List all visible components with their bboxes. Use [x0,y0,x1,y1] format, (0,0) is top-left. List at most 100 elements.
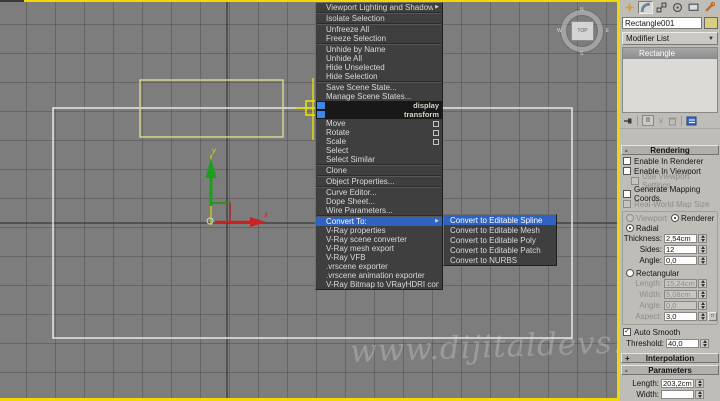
param-length-spinner[interactable] [695,379,704,388]
motion-tab-icon[interactable] [670,1,685,14]
settings-box-icon[interactable] [433,121,439,127]
menu-item-freeze-selection[interactable]: Freeze Selection [316,34,442,43]
angle-field[interactable]: 0,0 [664,256,697,265]
display-tab-icon[interactable] [686,1,701,14]
aspect-field[interactable]: 3,0 [664,312,697,321]
object-name-field[interactable]: Rectangle001 [622,17,702,29]
stack-item-rectangle[interactable]: Rectangle [623,48,717,59]
menu-item-select-similar[interactable]: Select Similar [316,155,442,164]
modifier-stack[interactable]: Rectangle [622,47,718,113]
radial-radio[interactable] [626,224,634,232]
rectangular-radio[interactable] [626,269,634,277]
gizmo-xy-plane[interactable] [211,203,230,222]
viewcube-top-face[interactable]: TOP [571,21,594,41]
make-unique-icon[interactable]: ∨ [658,116,664,125]
aspect-lock-icon[interactable]: □ [708,312,717,321]
rect-width-spinner[interactable] [698,290,707,299]
menu-item-unhide-by-name[interactable]: Unhide by Name [316,45,442,54]
object-color-swatch[interactable] [704,17,718,29]
enable-in-renderer-checkbox[interactable]: Enable In Renderer [620,156,720,166]
modifier-list-dropdown[interactable]: Modifier List ▼ [622,32,718,45]
viewport-radio[interactable] [626,214,634,222]
viewcube-west[interactable]: W [557,28,562,34]
threshold-field[interactable]: 40,0 [666,339,699,348]
settings-box-icon[interactable] [433,130,439,136]
utilities-tab-icon[interactable] [702,1,717,14]
quad-header-display[interactable]: display [316,101,442,110]
real-world-map-size-checkbox[interactable]: Real-World Map Size [620,199,720,209]
menu-item-vrscene-exporter[interactable]: .vrscene exporter [316,262,442,271]
viewport-top[interactable]: y x N E S W TOP www.dijitaldevs.com [0,0,620,401]
gizmo-y-arrowhead[interactable] [206,158,217,178]
quad-header-transform[interactable]: transform [316,110,442,119]
menu-item-unfreeze-all[interactable]: Unfreeze All [316,25,442,34]
menu-item-viewport-lighting[interactable]: Viewport Lighting and Shadows▶ [316,3,442,12]
menu-item-hide-selection[interactable]: Hide Selection [316,72,442,81]
rectangular-radio-row: Rectangular [623,268,717,278]
aspect-spinner[interactable] [698,312,707,321]
menu-item-vray-scene-converter[interactable]: V-Ray scene converter [316,235,442,244]
menu-item-hide-unselected[interactable]: Hide Unselected [316,63,442,72]
rendering-rollout-header[interactable]: - Rendering [621,145,719,155]
rect-angle-spinner[interactable] [698,301,707,310]
menu-item-isolate-selection[interactable]: Isolate Selection [316,14,442,23]
sides-field[interactable]: 12 [664,245,697,254]
settings-box-icon[interactable] [433,139,439,145]
configure-modifier-sets-icon[interactable] [686,116,697,126]
menu-item-vray-mesh-export[interactable]: V-Ray mesh export [316,244,442,253]
object-name-row: Rectangle001 [620,15,720,31]
pin-stack-icon[interactable] [623,116,633,126]
angle-spinner[interactable] [698,256,707,265]
interpolation-rollout-header[interactable]: + Interpolation [621,353,719,363]
rect-angle-field[interactable]: 0,0 [664,301,697,310]
submenu-item-editable-poly[interactable]: Convert to Editable Poly [444,235,556,245]
submenu-item-editable-patch[interactable]: Convert to Editable Patch [444,245,556,255]
menu-item-scale[interactable]: Scale [316,137,442,146]
angle-row: Angle: 0,0 [623,255,717,266]
menu-item-vray-properties[interactable]: V-Ray properties [316,226,442,235]
menu-item-move[interactable]: Move [316,119,442,128]
threshold-spinner[interactable] [700,339,709,348]
rect-length-spinner[interactable] [698,279,707,288]
menu-item-save-scene-state[interactable]: Save Scene State... [316,83,442,92]
submenu-item-editable-spline[interactable]: Convert to Editable Spline [444,215,556,225]
param-length-field[interactable]: 203,2cm [661,379,694,388]
menu-item-manage-scene-states[interactable]: Manage Scene States... [316,92,442,101]
submenu-item-nurbs[interactable]: Convert to NURBS [444,255,556,265]
generate-mapping-coords-checkbox[interactable]: Generate Mapping Coords. [620,189,720,199]
thickness-spinner[interactable] [698,234,707,243]
auto-smooth-checkbox[interactable]: ✓Auto Smooth [620,327,720,337]
rect-width-field[interactable]: 5,08cm [664,290,697,299]
parameters-rollout-header[interactable]: - Parameters [621,365,719,375]
remove-modifier-icon[interactable] [668,116,677,126]
menu-item-vray-vfb[interactable]: V-Ray VFB [316,253,442,262]
renderer-radio[interactable] [671,214,679,222]
viewcube[interactable]: N E S W TOP [559,8,607,56]
menu-item-dope-sheet[interactable]: Dope Sheet... [316,197,442,206]
renderer-settings-group: Viewport Renderer Radial Thickness: 2,54… [622,211,718,325]
menu-item-wire-parameters[interactable]: Wire Parameters... [316,206,442,215]
sides-spinner[interactable] [698,245,707,254]
modify-tab-icon[interactable] [638,1,653,14]
menu-item-vray-bitmap-converter[interactable]: V-Ray Bitmap to VRayHDRI converter [316,280,442,289]
menu-item-vrscene-animation-exporter[interactable]: .vrscene animation exporter [316,271,442,280]
param-width-spinner[interactable] [695,390,704,399]
hierarchy-tab-icon[interactable] [654,1,669,14]
create-tab-icon[interactable] [622,1,637,14]
menu-item-clone[interactable]: Clone [316,166,442,175]
menu-item-rotate[interactable]: Rotate [316,128,442,137]
rect-length-field[interactable]: 15,24cm [664,279,697,288]
viewport-shapes: y x [0,0,620,401]
thickness-field[interactable]: 2,54cm [664,234,697,243]
show-end-result-icon[interactable]: II [642,115,654,126]
menu-item-curve-editor[interactable]: Curve Editor... [316,188,442,197]
menu-item-unhide-all[interactable]: Unhide All [316,54,442,63]
viewcube-east[interactable]: E [606,28,609,34]
param-width-field[interactable] [661,390,694,399]
menu-item-object-properties[interactable]: Object Properties... [316,177,442,186]
menu-item-select[interactable]: Select [316,146,442,155]
menu-item-convert-to[interactable]: Convert To:▶ [316,217,442,226]
viewcube-south[interactable]: S [580,51,583,57]
viewcube-north[interactable]: N [580,7,584,13]
submenu-item-editable-mesh[interactable]: Convert to Editable Mesh [444,225,556,235]
